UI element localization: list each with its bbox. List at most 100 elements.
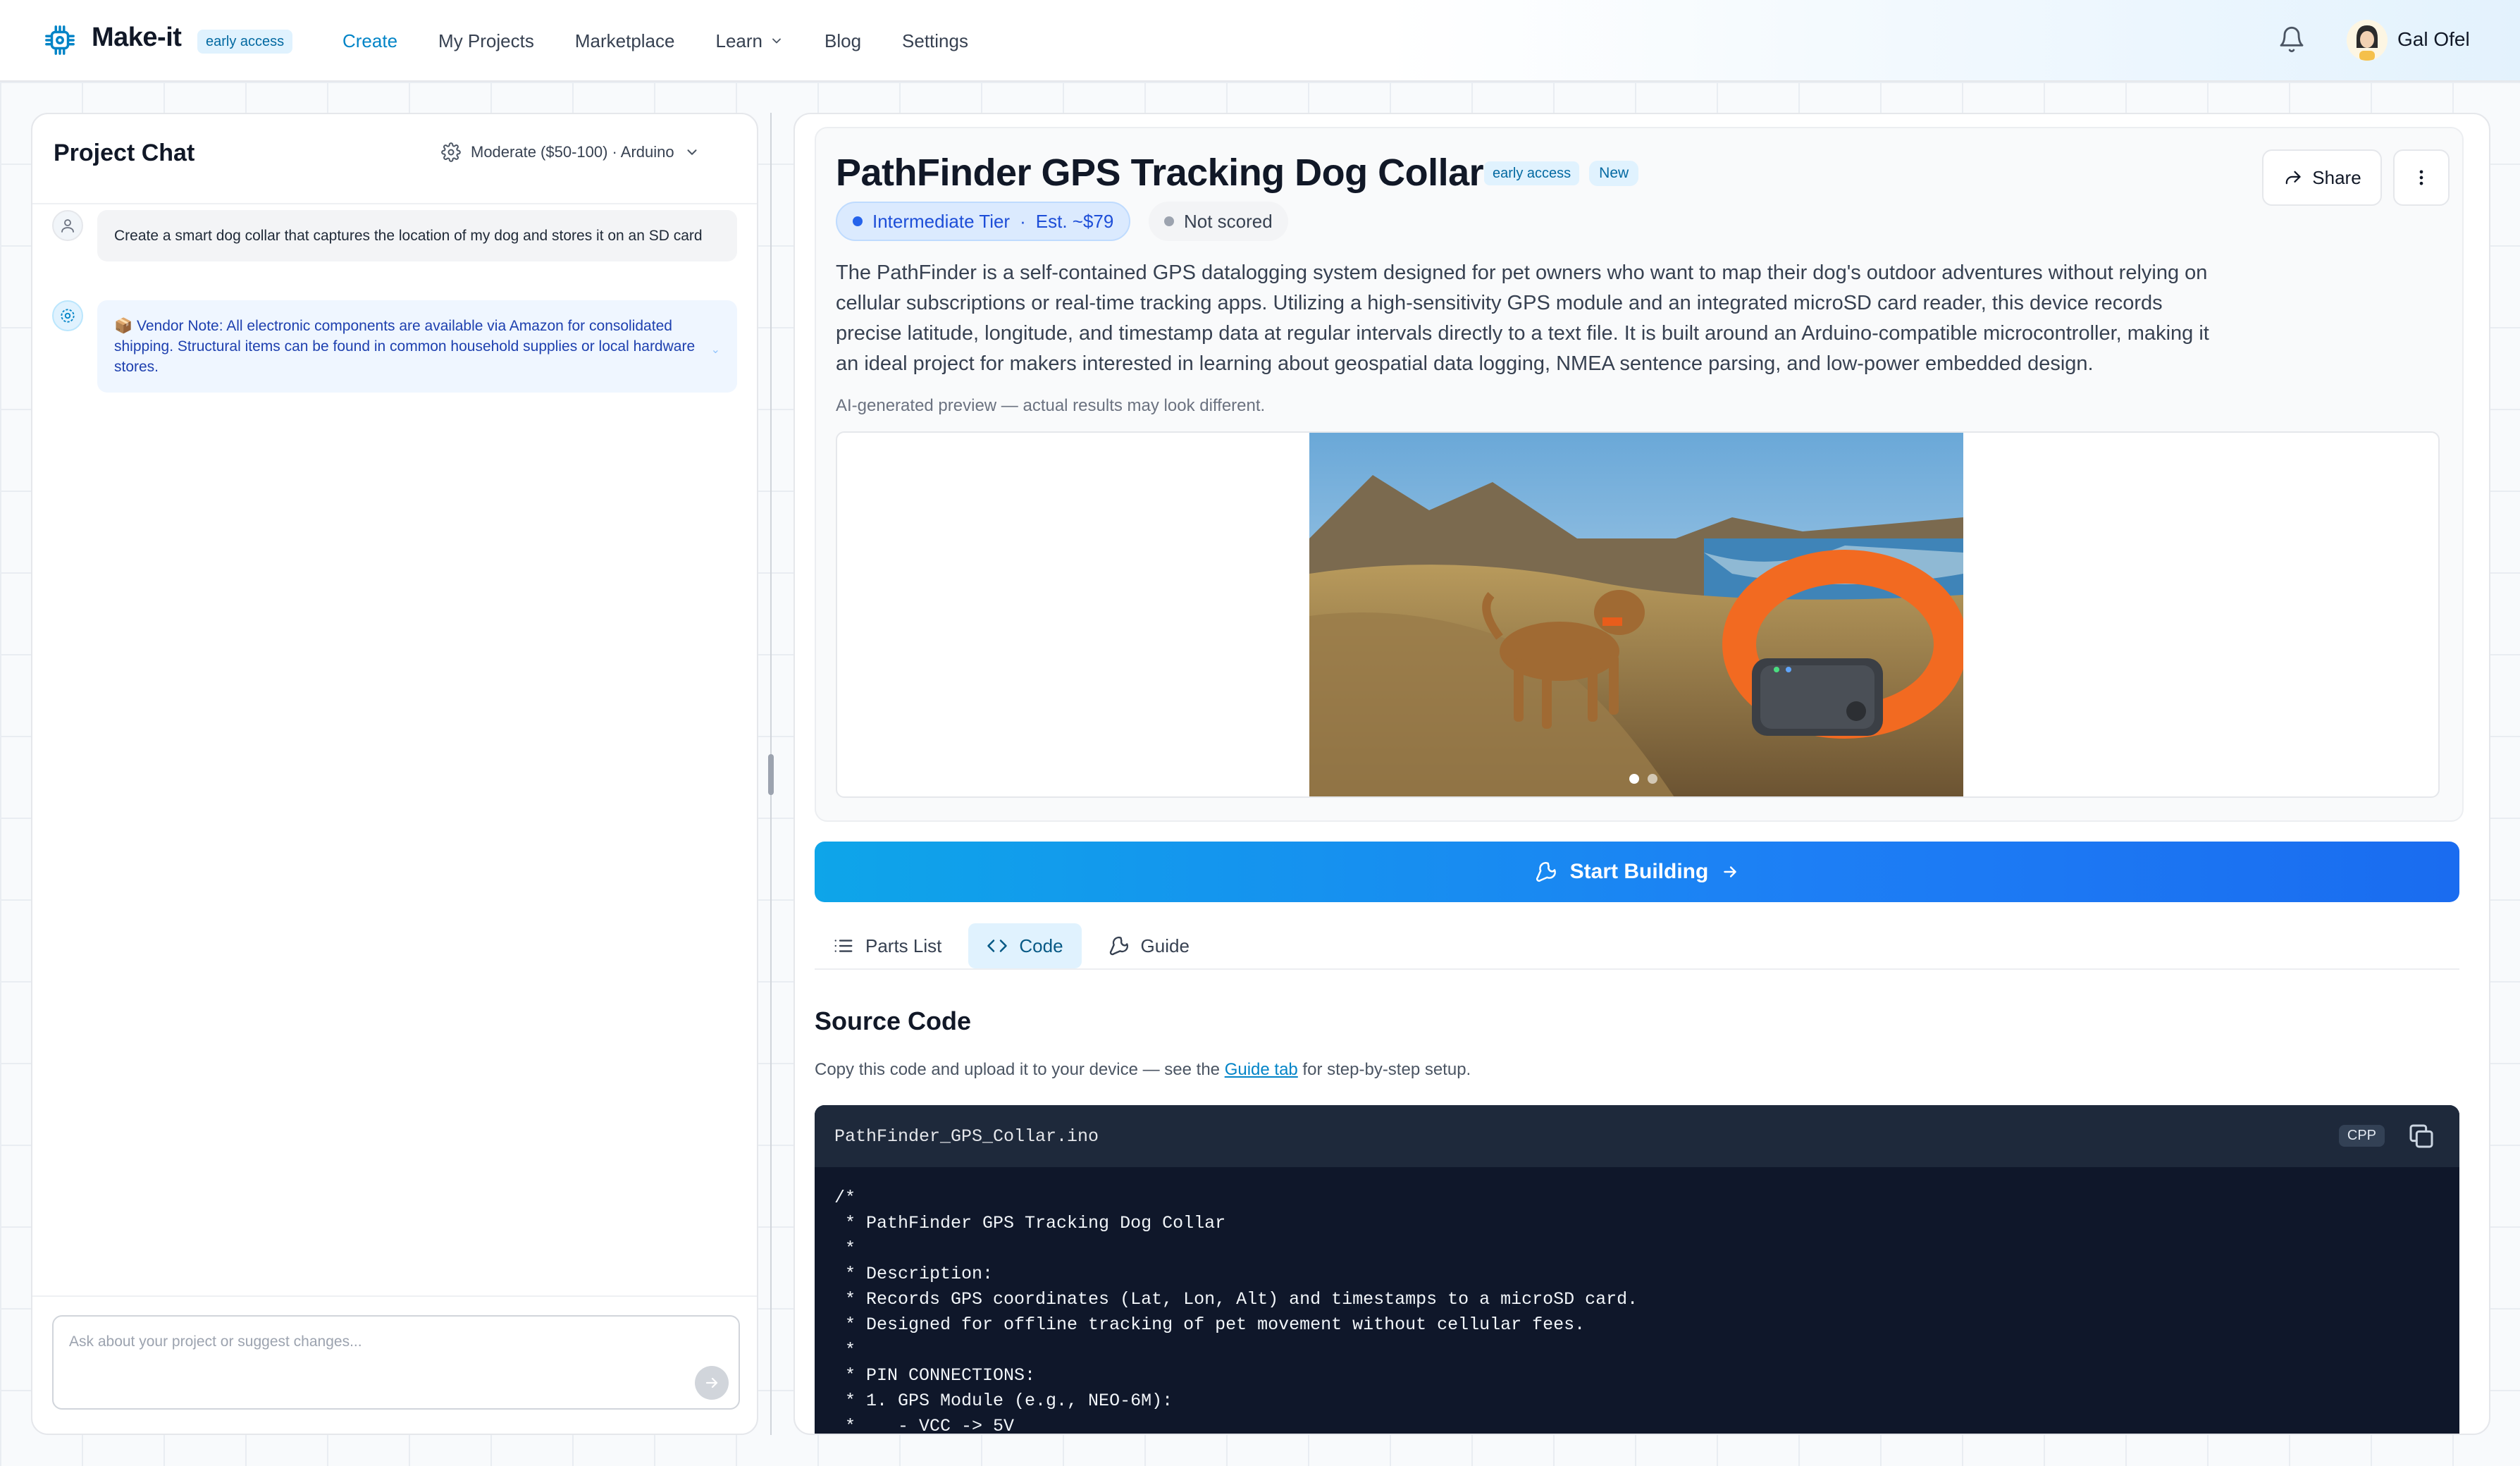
- bot-gear-icon: [52, 300, 83, 331]
- nav-learn-label: Learn: [715, 30, 762, 51]
- code-line: * - VCC -> 5V: [834, 1416, 1015, 1435]
- chat-input-box[interactable]: [52, 1315, 740, 1410]
- arrow-right-icon: [1724, 866, 1737, 877]
- chevron-down-icon: [772, 38, 781, 44]
- project-badges: early access New: [1484, 161, 1639, 186]
- nav-settings-label: Settings: [902, 30, 968, 51]
- nav-marketplace-label: Marketplace: [574, 30, 675, 51]
- code-line: *: [834, 1340, 856, 1360]
- carousel-dot[interactable]: [1648, 774, 1657, 784]
- chat-message-text: Create a smart dog collar that captures …: [97, 210, 737, 261]
- wrench-icon: [1109, 936, 1128, 956]
- guide-tab-link[interactable]: Guide tab: [1225, 1060, 1298, 1079]
- tab-parts-list[interactable]: Parts List: [815, 923, 960, 968]
- early-access-badge: early access: [1484, 161, 1580, 185]
- top-navigation-bar: Make-it early access Create My Projects …: [0, 0, 2520, 82]
- project-overview-card: PathFinder GPS Tracking Dog Collar early…: [815, 127, 2464, 822]
- dog-collar-preview-image: [1309, 433, 1963, 796]
- tab-code[interactable]: Code: [968, 923, 1082, 968]
- source-code-subtitle: Copy this code and upload it to your dev…: [815, 1060, 1471, 1080]
- tab-parts-list-label: Parts List: [865, 935, 942, 956]
- code-line: * PIN CONNECTIONS:: [834, 1365, 1036, 1386]
- start-building-label: Start Building: [1569, 860, 1709, 883]
- chat-message-user: Create a smart dog collar that captures …: [52, 210, 737, 261]
- more-vertical-icon: [2419, 170, 2423, 185]
- carousel-dots: [1629, 774, 1657, 784]
- bell-icon[interactable]: [2278, 25, 2306, 54]
- chat-footer-divider: [32, 1295, 757, 1297]
- code-content[interactable]: /* * PathFinder GPS Tracking Dog Collar …: [815, 1167, 2459, 1435]
- share-arrow-icon: [2286, 171, 2301, 185]
- project-main-panel: PathFinder GPS Tracking Dog Collar early…: [793, 113, 2490, 1435]
- expand-chevron-icon[interactable]: ⌄: [711, 340, 720, 360]
- tier-cost-pill: Intermediate Tier · Est. ~$79: [836, 202, 1131, 241]
- share-button[interactable]: Share: [2262, 149, 2382, 206]
- chat-title: Project Chat: [54, 140, 195, 166]
- carousel-dot-active[interactable]: [1629, 774, 1639, 784]
- chip-logo-icon[interactable]: [44, 24, 76, 56]
- project-description: The PathFinder is a self-contained GPS d…: [836, 261, 2209, 375]
- nav-my-projects[interactable]: My Projects: [438, 30, 534, 52]
- project-title: PathFinder GPS Tracking Dog Collar: [836, 152, 1484, 194]
- chat-input[interactable]: [54, 1317, 739, 1408]
- main-nav: Create My Projects Marketplace Learn Blo…: [342, 0, 1009, 82]
- tab-code-label: Code: [1019, 935, 1063, 956]
- code-line: * PathFinder GPS Tracking Dog Collar: [834, 1213, 1226, 1233]
- settings-gear-icon: [441, 142, 461, 162]
- budget-platform-label: Moderate ($50-100) · Arduino: [471, 143, 674, 161]
- tier-label: Intermediate Tier: [872, 210, 1011, 232]
- language-badge: CPP: [2338, 1125, 2385, 1147]
- ai-preview-note: AI-generated preview — actual results ma…: [836, 396, 1266, 415]
- code-line: * Description:: [834, 1264, 994, 1284]
- user-name[interactable]: Gal Ofel: [2397, 28, 2470, 51]
- nav-create-label: Create: [342, 30, 398, 51]
- chat-header-divider: [32, 203, 757, 204]
- project-tabs: Parts List Code Guide: [815, 923, 2459, 970]
- arrow-right-icon: [705, 1377, 718, 1388]
- vendor-note-text: 📦 Vendor Note: All electronic components…: [114, 318, 696, 375]
- nav-blog-label: Blog: [824, 30, 862, 51]
- code-icon: [987, 940, 1008, 952]
- score-label: Not scored: [1184, 210, 1273, 232]
- score-pill: Not scored: [1149, 202, 1288, 241]
- code-filename: PathFinder_GPS_Collar.ino: [834, 1126, 1099, 1147]
- nav-blog[interactable]: Blog: [824, 30, 861, 52]
- tier-cost: Est. ~$79: [1035, 210, 1114, 232]
- panel-resize-handle[interactable]: [768, 113, 774, 1435]
- subtitle-after: for step-by-step setup.: [1297, 1060, 1471, 1079]
- brand-name[interactable]: Make-it: [92, 23, 182, 53]
- wrench-icon: [1536, 862, 1556, 882]
- nav-settings[interactable]: Settings: [902, 30, 968, 52]
- tier-separator: ·: [1020, 210, 1026, 232]
- project-chat-panel: Project Chat Moderate ($50-100) · Arduin…: [31, 113, 758, 1435]
- nav-marketplace[interactable]: Marketplace: [575, 30, 675, 52]
- code-line: * 1. GPS Module (e.g., NEO-6M):: [834, 1391, 1173, 1411]
- user-icon: [52, 210, 83, 241]
- tab-guide-label: Guide: [1140, 935, 1190, 956]
- more-options-button[interactable]: [2393, 149, 2450, 206]
- code-line: * Designed for offline tracking of pet m…: [834, 1314, 1586, 1335]
- code-header: PathFinder_GPS_Collar.ino CPP: [815, 1105, 2459, 1167]
- code-line: /*: [834, 1188, 856, 1208]
- new-badge: New: [1589, 161, 1639, 186]
- avatar-illustration: [2347, 20, 2388, 61]
- preview-image-carousel[interactable]: [836, 431, 2440, 798]
- share-label: Share: [2312, 166, 2361, 188]
- early-access-badge: early access: [197, 30, 293, 54]
- nav-my-projects-label: My Projects: [438, 30, 534, 51]
- splitter-grip[interactable]: [768, 754, 774, 795]
- code-line: *: [834, 1238, 856, 1259]
- chevron-down-icon: [687, 149, 697, 155]
- chat-message-assistant: 📦 Vendor Note: All electronic components…: [52, 300, 737, 393]
- nav-learn[interactable]: Learn: [715, 30, 784, 52]
- copy-icon[interactable]: [2407, 1122, 2435, 1150]
- source-code-title: Source Code: [815, 1006, 972, 1035]
- user-avatar[interactable]: [2347, 20, 2388, 61]
- start-building-button[interactable]: Start Building: [815, 842, 2459, 902]
- budget-platform-selector[interactable]: Moderate ($50-100) · Arduino: [441, 142, 700, 162]
- chat-message-text[interactable]: 📦 Vendor Note: All electronic components…: [97, 300, 737, 393]
- nav-create[interactable]: Create: [342, 30, 397, 52]
- send-button[interactable]: [695, 1366, 729, 1400]
- tier-dot-icon: [853, 216, 863, 226]
- tab-guide[interactable]: Guide: [1090, 923, 1208, 968]
